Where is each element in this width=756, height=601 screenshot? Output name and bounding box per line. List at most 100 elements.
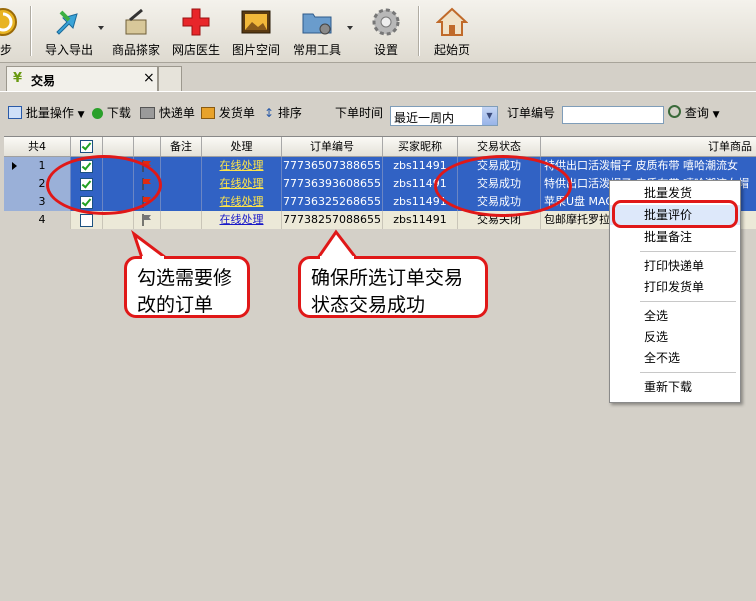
toolbar-divider (418, 6, 420, 56)
toolbar-image-space-label: 图片空间 (231, 43, 280, 57)
order-time-value: 最近一周内 (394, 111, 455, 125)
header-select-all[interactable] (71, 137, 103, 156)
online-process-link[interactable]: 在线处理 (220, 213, 264, 226)
menu-batch-note[interactable]: 批量备注 (610, 227, 740, 247)
ship-slip-button[interactable]: 发货单 (201, 104, 255, 121)
header-blank-2 (134, 137, 161, 156)
tab-strip: ¥ 交易 × (0, 63, 756, 92)
import-export-dropdown-icon[interactable] (98, 26, 104, 30)
import-export-icon (56, 10, 78, 35)
blank-cell (161, 193, 202, 211)
row-number-label: 3 (38, 195, 46, 208)
order-time-label: 下单时间 (335, 106, 384, 120)
order-number-label: 订单编号 (507, 106, 556, 120)
chevron-down-icon[interactable]: ▼ (713, 110, 720, 120)
menu-select-all[interactable]: 全选 (610, 306, 740, 326)
home-icon (436, 7, 468, 36)
toolbar-import-export-label: 导入导出 (44, 43, 93, 57)
menu-separator (640, 372, 736, 373)
toolbar-tools-button[interactable]: 常用工具 (288, 0, 346, 62)
online-process-link[interactable]: 在线处理 (220, 159, 264, 172)
row-product-name: 特供出口活泼帽子 皮质布带 嘻哈潮流女 (544, 159, 738, 172)
tab-trade[interactable]: ¥ 交易 × (6, 66, 158, 91)
toolbar-home-label: 起始页 (433, 43, 470, 57)
sync-icon (0, 8, 17, 36)
package-icon (201, 107, 215, 119)
folder-gear-icon (302, 13, 332, 35)
tab-trade-label: 交易 (31, 74, 56, 88)
batch-ops-button[interactable]: 批量操作 ▼ (8, 104, 85, 121)
row-number-label: 2 (38, 177, 46, 190)
batch-ops-label: 批量操作 (25, 106, 74, 120)
toolbar-product-label: 商品搽家 (111, 43, 160, 57)
search-icon (668, 105, 681, 118)
toolbar-import-export-button[interactable]: 导入导出 (38, 0, 100, 62)
printer-icon (140, 107, 155, 119)
annotation-highlight-review (612, 200, 738, 228)
toolbar-settings-button[interactable]: 设置 (358, 0, 414, 62)
menu-separator (640, 251, 736, 252)
order-number-input[interactable] (562, 106, 664, 124)
menu-redownload[interactable]: 重新下载 (610, 377, 740, 397)
row-order-number: 77736325268655 (282, 193, 383, 211)
toolbar-shop-doctor-label: 网店医生 (171, 43, 220, 57)
callout-check-status: 确保所选订单交易状态交易成功 (298, 256, 488, 318)
order-toolbar: 批量操作 ▼ 下载 快递单 发货单 ↕ 排序 下单时间 最近一周内 ▼ 订单编号… (0, 96, 756, 130)
row-order-number: 77736507388655 (282, 157, 383, 175)
row-action-link[interactable]: 在线处理 (202, 193, 282, 211)
express-slip-label: 快递单 (158, 106, 195, 120)
toolbar-tools-label: 常用工具 (292, 43, 341, 57)
online-process-link[interactable]: 在线处理 (220, 177, 264, 190)
query-button[interactable]: 查询 ▼ (668, 104, 720, 121)
gear-icon (372, 8, 400, 36)
order-time-select[interactable]: 最近一周内 ▼ (390, 106, 498, 126)
row-action-link[interactable]: 在线处理 (202, 157, 282, 175)
header-blank-1 (103, 137, 134, 156)
list-icon (8, 106, 22, 119)
tools-dropdown-icon[interactable] (347, 26, 353, 30)
callout-select-orders: 勾选需要修改的订单 (124, 256, 250, 318)
query-label: 查询 (684, 106, 709, 120)
blank-cell (161, 157, 202, 175)
header-note[interactable]: 备注 (161, 137, 202, 156)
pointer-join-right (320, 256, 354, 260)
download-icon (92, 108, 103, 119)
header-buyer[interactable]: 买家昵称 (383, 137, 458, 156)
row-action-link[interactable]: 在线处理 (202, 211, 282, 229)
menu-select-none[interactable]: 全不选 (610, 348, 740, 368)
header-product[interactable]: 订单商品 (541, 137, 756, 156)
toolbar-settings-label: 设置 (373, 43, 398, 57)
select-all-checkbox[interactable] (80, 140, 93, 153)
toolbar-image-space-button[interactable]: 图片空间 (228, 0, 284, 62)
picture-icon (241, 10, 271, 34)
toolbar-shop-doctor-button[interactable]: 网店医生 (168, 0, 224, 62)
row-action-link[interactable]: 在线处理 (202, 175, 282, 193)
toolbar-product-button[interactable]: 商品搽家 (108, 0, 164, 62)
download-label: 下载 (106, 106, 131, 120)
menu-print-express[interactable]: 打印快递单 (610, 256, 740, 276)
download-button[interactable]: 下载 (92, 104, 131, 121)
chevron-down-icon[interactable]: ▼ (482, 107, 497, 125)
toolbar-divider (30, 6, 32, 56)
express-slip-button[interactable]: 快递单 (140, 104, 195, 121)
ship-slip-label: 发货单 (218, 106, 255, 120)
blank-cell (161, 175, 202, 193)
toolbar-home-button[interactable]: 起始页 (424, 0, 480, 62)
sort-button[interactable]: ↕ 排序 (264, 104, 302, 121)
menu-print-ship[interactable]: 打印发货单 (610, 277, 740, 297)
toolbar-sync-button[interactable]: 步 (0, 0, 20, 62)
online-process-link[interactable]: 在线处理 (220, 195, 264, 208)
gray-flag-icon[interactable] (142, 214, 152, 229)
sort-label: 排序 (277, 106, 302, 120)
yen-icon: ¥ (13, 71, 23, 86)
flag-cell (134, 211, 161, 229)
header-order-no[interactable]: 订单编号 (282, 137, 383, 156)
table-header: 共4 备注 处理 订单编号 买家昵称 交易状态 订单商品 (4, 137, 756, 157)
menu-invert-selection[interactable]: 反选 (610, 327, 740, 347)
row-checkbox[interactable] (80, 214, 93, 227)
close-icon[interactable]: × (143, 70, 155, 86)
header-status[interactable]: 交易状态 (458, 137, 541, 156)
header-action[interactable]: 处理 (202, 137, 282, 156)
row-buyer-nick: zbs11491 (383, 211, 458, 229)
tab-new[interactable] (158, 66, 182, 91)
